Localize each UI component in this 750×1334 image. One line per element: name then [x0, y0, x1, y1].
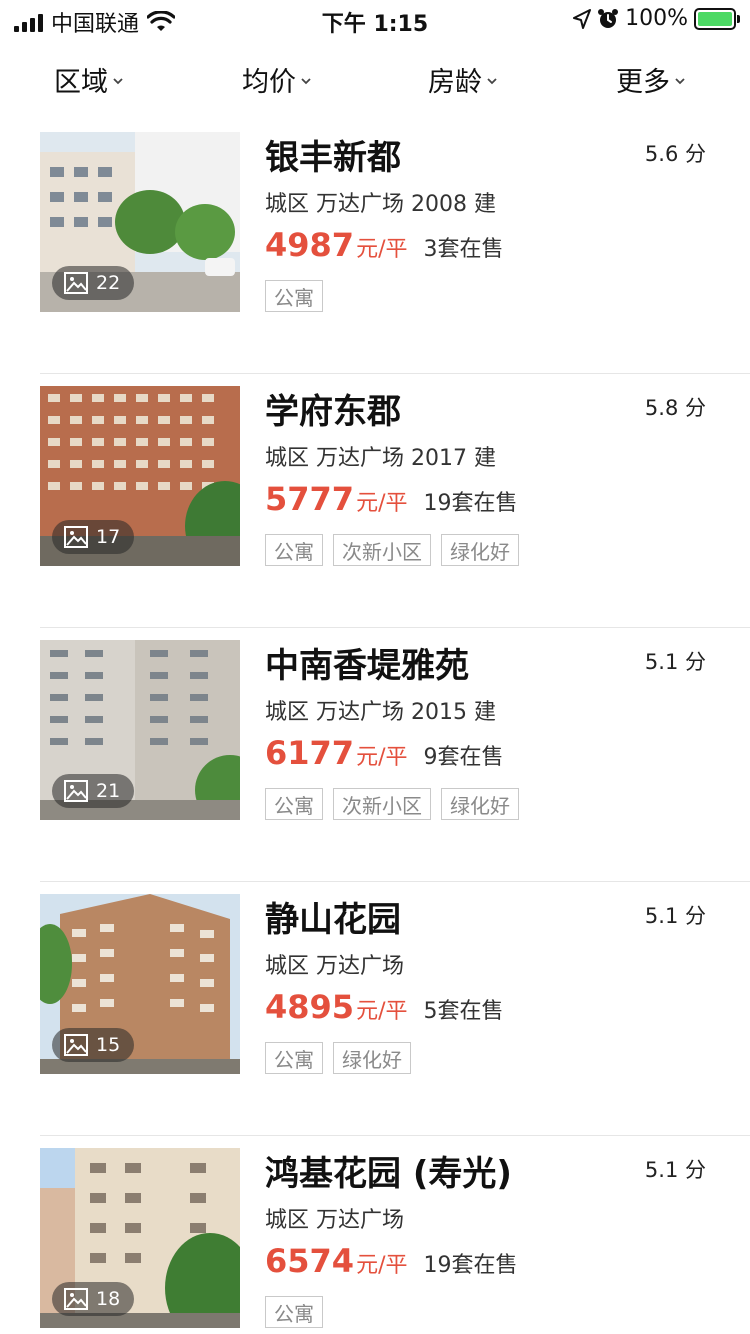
list-item[interactable]: 17 学府东郡 5.8 分 城区 万达广场 2017 建 5777 元/平 19… — [0, 374, 750, 628]
tag-list: 公寓 — [265, 1296, 323, 1328]
filter-more[interactable]: 更多 — [616, 60, 686, 99]
tag: 绿化好 — [441, 788, 519, 820]
tag: 绿化好 — [441, 534, 519, 566]
community-meta: 城区 万达广场 2008 建 — [265, 192, 496, 217]
price-row: 6177 元/平 9套在售 — [265, 734, 503, 772]
units-on-sale: 3套在售 — [423, 237, 504, 262]
tag: 公寓 — [265, 280, 323, 312]
price-row: 6574 元/平 19套在售 — [265, 1242, 517, 1280]
community-photo[interactable]: 21 — [40, 640, 240, 820]
photo-count: 18 — [96, 1288, 121, 1310]
units-on-sale: 19套在售 — [423, 491, 518, 516]
community-photo[interactable]: 15 — [40, 894, 240, 1074]
list-item[interactable]: 21 中南香堤雅苑 5.1 分 城区 万达广场 2015 建 6177 元/平 … — [0, 628, 750, 882]
tag: 公寓 — [265, 788, 323, 820]
photo-count: 22 — [96, 272, 121, 294]
community-score: 5.1 分 — [644, 904, 706, 928]
photo-count: 21 — [96, 780, 121, 802]
community-photo[interactable]: 18 — [40, 1148, 240, 1328]
community-score: 5.6 分 — [644, 142, 706, 166]
image-icon — [64, 780, 88, 802]
community-score: 5.1 分 — [644, 1158, 706, 1182]
chevron-down-icon — [113, 77, 123, 84]
units-on-sale: 5套在售 — [423, 999, 504, 1024]
community-name: 静山花园 — [265, 900, 401, 940]
image-icon — [64, 1288, 88, 1310]
image-icon — [64, 272, 88, 294]
community-meta: 城区 万达广场 2017 建 — [265, 446, 496, 471]
chevron-down-icon — [301, 77, 311, 84]
filter-area[interactable]: 区域 — [54, 60, 124, 99]
tag: 次新小区 — [333, 788, 431, 820]
price-unit: 元/平 — [356, 491, 408, 516]
filter-average-price[interactable]: 均价 — [242, 60, 312, 99]
tag: 绿化好 — [333, 1042, 411, 1074]
filter-area-label: 区域 — [54, 67, 108, 98]
tag-list: 公寓 次新小区 绿化好 — [265, 534, 519, 566]
price-unit: 元/平 — [356, 1253, 408, 1278]
price-row: 4895 元/平 5套在售 — [265, 988, 503, 1026]
community-score: 5.1 分 — [644, 650, 706, 674]
image-icon — [64, 1034, 88, 1056]
price-row: 4987 元/平 3套在售 — [265, 226, 503, 264]
list-item[interactable]: 22 银丰新都 5.6 分 城区 万达广场 2008 建 4987 元/平 3套… — [0, 120, 750, 374]
filter-more-label: 更多 — [616, 67, 670, 98]
filter-building-age-label: 房龄 — [428, 67, 482, 98]
filter-bar: 区域 均价 房龄 更多 — [0, 60, 750, 110]
tag-list: 公寓 次新小区 绿化好 — [265, 788, 519, 820]
chevron-down-icon — [487, 77, 497, 84]
filter-average-price-label: 均价 — [242, 67, 296, 98]
chevron-down-icon — [675, 77, 685, 84]
alarm-clock-icon — [598, 8, 619, 28]
average-price: 5777 — [265, 480, 355, 518]
photo-count-badge: 18 — [52, 1282, 135, 1316]
tag-list: 公寓 — [265, 280, 323, 312]
community-photo[interactable]: 22 — [40, 132, 240, 312]
community-score: 5.8 分 — [644, 396, 706, 420]
photo-count: 15 — [96, 1034, 121, 1056]
price-unit: 元/平 — [356, 237, 408, 262]
location-arrow-icon — [573, 8, 592, 29]
community-name: 中南香堤雅苑 — [265, 646, 469, 686]
price-row: 5777 元/平 19套在售 — [265, 480, 517, 518]
community-name: 鸿基花园 (寿光) — [265, 1154, 512, 1194]
average-price: 4987 — [265, 226, 355, 264]
photo-count: 17 — [96, 526, 121, 548]
photo-count-badge: 15 — [52, 1028, 135, 1062]
community-photo[interactable]: 17 — [40, 386, 240, 566]
photo-count-badge: 22 — [52, 266, 135, 300]
price-unit: 元/平 — [356, 999, 408, 1024]
list-item[interactable]: 18 鸿基花园 (寿光) 5.1 分 城区 万达广场 6574 元/平 19套在… — [0, 1136, 750, 1334]
photo-count-badge: 17 — [52, 520, 135, 554]
photo-count-badge: 21 — [52, 774, 135, 808]
community-meta: 城区 万达广场 2015 建 — [265, 700, 496, 725]
average-price: 4895 — [265, 988, 355, 1026]
image-icon — [64, 526, 88, 548]
average-price: 6177 — [265, 734, 355, 772]
average-price: 6574 — [265, 1242, 355, 1280]
list-item[interactable]: 15 静山花园 5.1 分 城区 万达广场 4895 元/平 5套在售 公寓 绿… — [0, 882, 750, 1136]
tag-list: 公寓 绿化好 — [265, 1042, 411, 1074]
tag: 公寓 — [265, 1296, 323, 1328]
community-meta: 城区 万达广场 — [265, 954, 404, 979]
community-meta: 城区 万达广场 — [265, 1208, 404, 1233]
tag: 次新小区 — [333, 534, 431, 566]
battery-charging-icon — [694, 7, 740, 30]
battery-percentage: 100% — [625, 6, 688, 31]
tag: 公寓 — [265, 1042, 323, 1074]
community-name: 学府东郡 — [265, 392, 401, 432]
units-on-sale: 9套在售 — [423, 745, 504, 770]
units-on-sale: 19套在售 — [423, 1253, 518, 1278]
price-unit: 元/平 — [356, 745, 408, 770]
community-name: 银丰新都 — [265, 138, 401, 178]
status-bar: 中国联通 下午 1:15 100% — [0, 0, 750, 40]
filter-building-age[interactable]: 房龄 — [428, 60, 498, 99]
tag: 公寓 — [265, 534, 323, 566]
